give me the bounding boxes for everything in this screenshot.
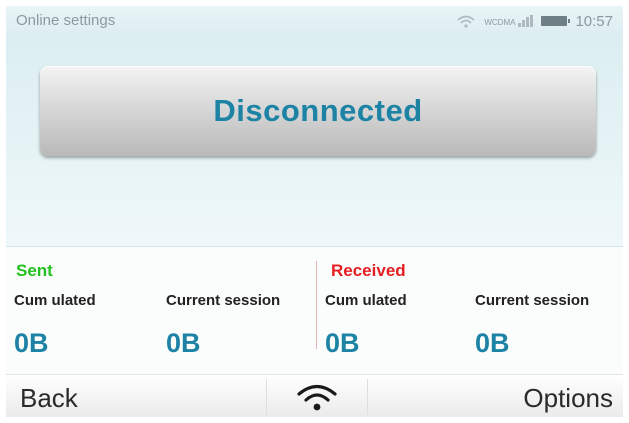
phone-screen: Online settings WCDMA 10:57 Disconnected… bbox=[6, 6, 623, 417]
sent-cumulated-label: Cum ulated bbox=[14, 292, 96, 309]
clock: 10:57 bbox=[575, 12, 613, 30]
signal-icon: WCDMA bbox=[484, 15, 534, 27]
back-softkey[interactable]: Back bbox=[20, 383, 78, 414]
sent-current-session-label: Current session bbox=[166, 292, 281, 309]
wifi-icon bbox=[457, 15, 475, 28]
center-softkey[interactable] bbox=[266, 379, 368, 415]
received-current-session-label: Current session bbox=[475, 292, 590, 309]
battery-icon bbox=[541, 16, 571, 26]
wifi-icon bbox=[297, 384, 337, 411]
status-icons: WCDMA 10:57 bbox=[456, 11, 613, 31]
received-current-session-value: 0B bbox=[475, 328, 510, 358]
content-area: Disconnected bbox=[6, 36, 623, 246]
sent-heading: Sent bbox=[16, 261, 53, 280]
received-cumulated-label: Cum ulated bbox=[325, 292, 407, 309]
received-cumulated-value: 0B bbox=[325, 328, 360, 358]
options-softkey[interactable]: Options bbox=[523, 383, 613, 414]
data-usage-panel: Sent Cum ulated Current session 0B 0B Re… bbox=[6, 246, 623, 375]
received-section: Received Cum ulated Current session 0B 0… bbox=[317, 247, 623, 375]
sent-current-session-value: 0B bbox=[166, 328, 201, 358]
received-heading: Received bbox=[331, 261, 406, 280]
sent-section: Sent Cum ulated Current session 0B 0B bbox=[6, 247, 316, 375]
status-bar: Online settings WCDMA 10:57 bbox=[6, 6, 623, 36]
softkey-bar: Back Options bbox=[6, 374, 623, 417]
connection-status-button[interactable]: Disconnected bbox=[40, 66, 596, 156]
sent-cumulated-value: 0B bbox=[14, 328, 49, 358]
signal-label: WCDMA bbox=[484, 18, 516, 27]
screen-title: Online settings bbox=[16, 12, 116, 29]
